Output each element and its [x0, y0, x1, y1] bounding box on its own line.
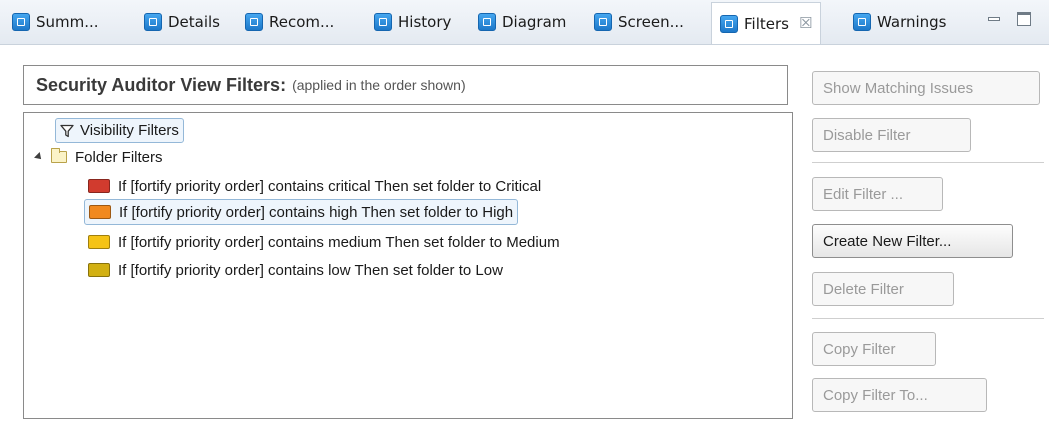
rule-label: If [fortify priority order] contains low… — [118, 261, 503, 279]
folder-rule-medium[interactable]: If [fortify priority order] contains med… — [88, 231, 560, 253]
color-swatch-icon — [88, 235, 110, 249]
tab-recommendations[interactable]: Recom... — [245, 9, 334, 35]
delete-filter-button[interactable]: Delete Filter — [812, 272, 954, 306]
show-matching-issues-button[interactable]: Show Matching Issues — [812, 71, 1040, 105]
editor-tab-bar: Summ... Details Recom... History Diagram… — [0, 0, 1049, 45]
tab-label: History — [398, 13, 452, 31]
panel-header: Security Auditor View Filters: (applied … — [23, 65, 788, 105]
maximize-icon[interactable] — [1017, 12, 1031, 26]
minimize-icon[interactable] — [987, 12, 1001, 26]
folder-rule-high[interactable]: If [fortify priority order] contains hig… — [84, 199, 519, 225]
divider — [812, 162, 1044, 163]
rule-label: If [fortify priority order] contains med… — [118, 233, 560, 251]
document-icon — [374, 13, 392, 31]
tab-label: Recom... — [269, 13, 335, 31]
panel-subtitle: (applied in the order shown) — [292, 77, 466, 93]
tree-item-visibility-filters[interactable]: Visibility Filters — [55, 118, 184, 143]
tab-details[interactable]: Details — [144, 9, 220, 35]
tab-label: Details — [168, 13, 221, 31]
divider — [812, 318, 1044, 319]
tab-label: Filters — [744, 14, 789, 33]
close-icon[interactable]: ☒ — [799, 16, 812, 31]
tab-screenshots[interactable]: Screen... — [594, 9, 684, 35]
copy-filter-to-button[interactable]: Copy Filter To... — [812, 378, 987, 412]
folder-icon — [51, 148, 67, 163]
color-swatch-icon — [89, 205, 111, 219]
edit-filter-button[interactable]: Edit Filter ... — [812, 177, 943, 211]
tab-label: Warnings — [877, 13, 947, 31]
tree-item-label: Folder Filters — [75, 148, 163, 166]
tab-history[interactable]: History — [374, 9, 451, 35]
tab-warnings[interactable]: Warnings — [853, 9, 947, 35]
tree-item-label: Visibility Filters — [80, 122, 179, 139]
expand-arrow-icon[interactable] — [34, 152, 44, 162]
tab-summary[interactable]: Summ... — [12, 9, 99, 35]
document-icon — [594, 13, 612, 31]
tree-item-folder-filters[interactable]: Folder Filters — [34, 146, 163, 168]
tab-label: Diagram — [502, 13, 567, 31]
tab-diagram[interactable]: Diagram — [478, 9, 566, 35]
funnel-icon — [60, 124, 74, 137]
panel-title: Security Auditor View Filters: — [36, 74, 287, 95]
document-icon — [853, 13, 871, 31]
rule-label: If [fortify priority order] contains hig… — [119, 203, 514, 221]
folder-rule-critical[interactable]: If [fortify priority order] contains cri… — [88, 175, 541, 197]
filter-tree: Visibility Filters Folder Filters If [fo… — [23, 112, 793, 419]
rule-label: If [fortify priority order] contains cri… — [118, 177, 542, 195]
tab-label: Summ... — [36, 13, 99, 31]
document-icon — [478, 13, 496, 31]
color-swatch-icon — [88, 179, 110, 193]
create-new-filter-button[interactable]: Create New Filter... — [812, 224, 1013, 258]
folder-rule-low[interactable]: If [fortify priority order] contains low… — [88, 259, 503, 281]
document-icon — [720, 14, 738, 33]
tab-label: Screen... — [618, 13, 684, 31]
color-swatch-icon — [88, 263, 110, 277]
disable-filter-button[interactable]: Disable Filter — [812, 118, 971, 152]
document-icon — [245, 13, 263, 31]
document-icon — [12, 13, 30, 31]
document-icon — [144, 13, 162, 31]
tab-filters[interactable]: Filters ☒ — [711, 2, 822, 44]
copy-filter-button[interactable]: Copy Filter — [812, 332, 936, 366]
